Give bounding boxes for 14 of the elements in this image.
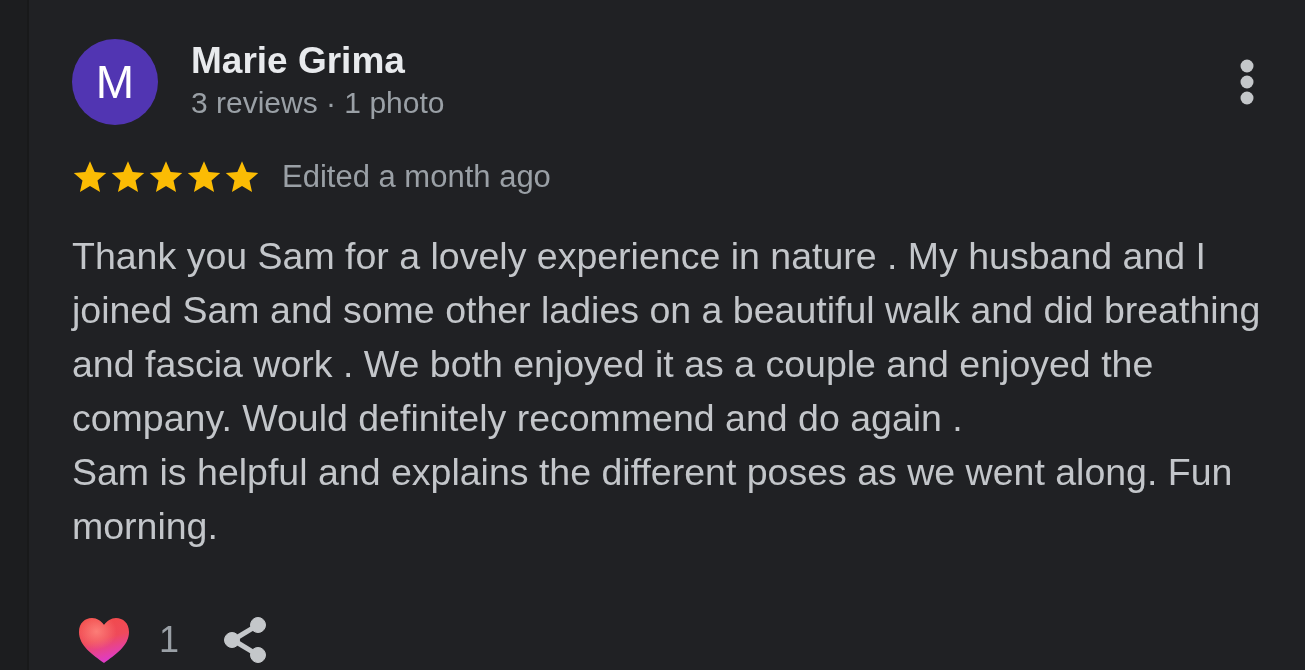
review-time: Edited a month ago [282, 159, 551, 195]
star-icon [110, 159, 146, 195]
reaction-count: 1 [159, 619, 180, 661]
share-button[interactable] [224, 617, 267, 663]
avatar[interactable]: M [72, 39, 158, 125]
star-icon [72, 159, 108, 195]
star-icon [186, 159, 222, 195]
author-meta: 3 reviews · 1 photo [191, 85, 445, 121]
more-icon [1240, 59, 1254, 105]
author-name[interactable]: Marie Grima [191, 39, 405, 83]
share-icon [224, 617, 267, 663]
review-text: Thank you Sam for a lovely experience in nature . My husband and I joined Sam and some other ladies on a beautiful walk and did breathing and fascia work . We both enjoyed it as a couple and enjoyed the company. Would definitely recommend and do again . Sam is helpful and explains the different poses as we went along. Fun morning. [72, 234, 1262, 549]
star-icon [148, 159, 184, 195]
star-icon [224, 159, 260, 195]
